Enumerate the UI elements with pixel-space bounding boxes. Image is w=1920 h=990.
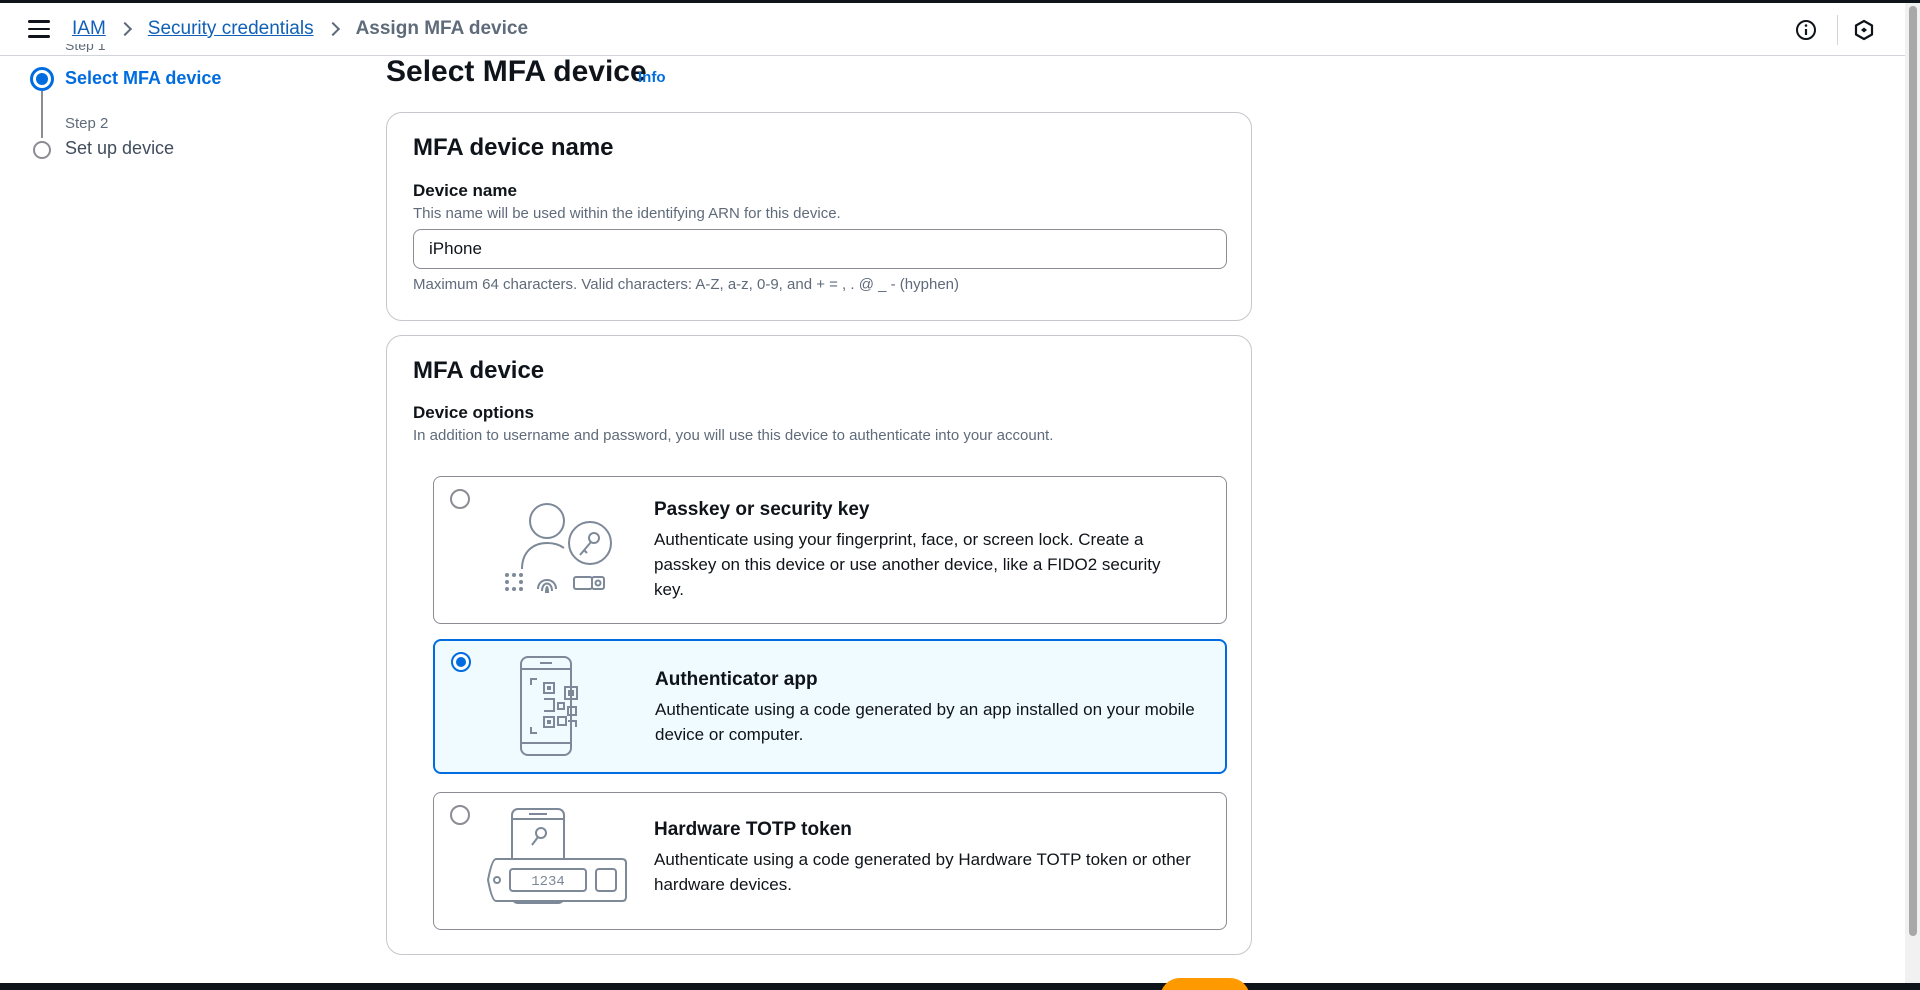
device-name-label: Device name <box>413 181 517 200</box>
device-name-constraint: Maximum 64 characters. Valid characters:… <box>413 276 959 293</box>
option-passkey[interactable]: Passkey or security key Authenticate usi… <box>433 476 1227 624</box>
step1-title[interactable]: Select MFA device <box>65 68 221 89</box>
option-description: Authenticate using a code generated by H… <box>654 850 1191 894</box>
card-title: MFA device <box>413 357 545 384</box>
step1-indicator <box>30 67 54 91</box>
device-options-label: Device options <box>413 403 534 422</box>
breadcrumb-current: Assign MFA device <box>355 18 529 39</box>
option-title: Hardware TOTP token <box>654 819 852 840</box>
breadcrumb-iam[interactable]: IAM <box>72 18 106 40</box>
mfa-device-name-card: MFA device name Device name This name wi… <box>386 112 1252 321</box>
step1-label: Step 1 <box>65 44 106 52</box>
step-connector <box>41 91 43 138</box>
header-divider <box>1837 15 1838 45</box>
radio-passkey[interactable] <box>450 489 470 509</box>
passkey-icon <box>505 503 612 594</box>
step2-title: Set up device <box>65 138 175 158</box>
device-options-description: In addition to username and password, yo… <box>413 427 1054 444</box>
device-name-input[interactable] <box>413 229 1227 269</box>
card-title: MFA device name <box>413 134 614 161</box>
option-description: Authenticate using your fingerprint, fac… <box>654 530 1161 599</box>
top-navigation-bar: IAM Security credentials Assign MFA devi… <box>0 3 1905 56</box>
breadcrumb: IAM Security credentials Assign MFA devi… <box>72 18 528 40</box>
token-digits: 1234 <box>531 874 565 890</box>
hardware-token-icon: 1234 <box>486 808 627 904</box>
next-button[interactable] <box>1160 978 1250 990</box>
scrollbar-thumb[interactable] <box>1909 6 1917 936</box>
info-link[interactable]: Info <box>638 69 666 86</box>
breadcrumb-security-credentials[interactable]: Security credentials <box>148 18 314 40</box>
chevron-right-icon <box>117 21 132 37</box>
option-authenticator-app[interactable]: Authenticator app Authenticate using a c… <box>433 639 1227 774</box>
window-bottom-edge <box>0 983 1920 990</box>
option-hardware-totp[interactable]: 1234 Hardware TOTP token Authenticate us… <box>433 792 1227 930</box>
radio-authenticator-app[interactable] <box>451 652 471 672</box>
page-title: Select MFA device <box>386 55 647 88</box>
menu-icon[interactable] <box>28 20 50 38</box>
hexagon-settings-icon[interactable] <box>1853 19 1875 41</box>
option-description: Authenticate using a code generated by a… <box>655 700 1195 744</box>
chevron-right-icon <box>325 21 340 37</box>
phone-qr-icon <box>520 656 578 756</box>
radio-hardware-totp[interactable] <box>450 805 470 825</box>
device-name-description: This name will be used within the identi… <box>413 205 841 222</box>
step2-label: Step 2 <box>65 115 109 132</box>
option-title: Passkey or security key <box>654 499 870 520</box>
info-icon[interactable] <box>1795 19 1817 41</box>
mfa-device-card: MFA device Device options In addition to… <box>386 335 1252 955</box>
option-title: Authenticator app <box>655 669 818 690</box>
step2-indicator <box>33 141 51 159</box>
